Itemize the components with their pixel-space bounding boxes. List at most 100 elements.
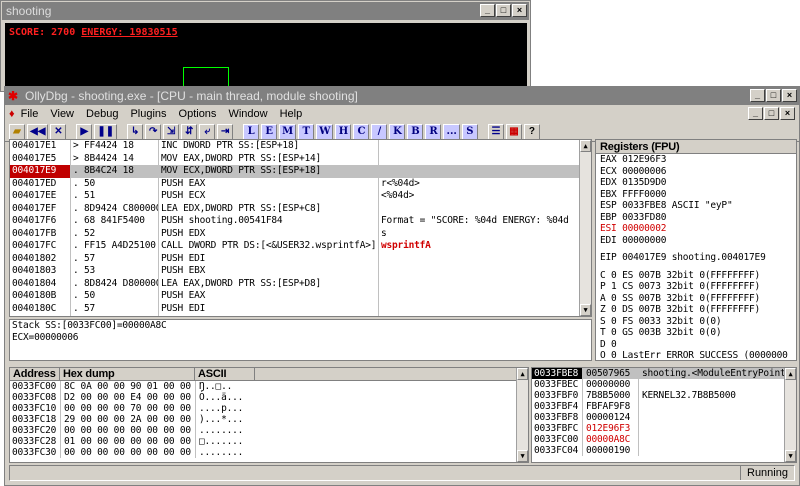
stack-row[interactable]: 0033FBEC 00000000 xyxy=(532,379,796,390)
help-icon[interactable]: ? xyxy=(523,123,540,140)
close-icon[interactable]: × xyxy=(512,4,527,17)
step-over-icon[interactable]: ↷ xyxy=(145,123,162,140)
restore-icon[interactable]: □ xyxy=(764,107,779,120)
dump-row[interactable]: 0033FC18 29 00 00 00 2A 00 00 00)...*... xyxy=(10,414,528,425)
register-row[interactable]: EBX FFFF0000 xyxy=(596,189,796,201)
stack-row[interactable]: 0033FBF4 FBFAF9F8 xyxy=(532,401,796,412)
disasm-row[interactable]: 004017ED . 50 PUSH EAX r<%04d> xyxy=(10,177,591,190)
minimize-icon[interactable]: _ xyxy=(748,107,763,120)
handles-window-button[interactable]: H xyxy=(335,123,352,140)
disasm-row[interactable]: 004017FB . 52 PUSH EDX s xyxy=(10,227,591,240)
disasm-row[interactable]: 004017FC . FF15 A4D25100 CALL DWORD PTR DS… xyxy=(10,240,591,253)
list-icon[interactable]: ☰ xyxy=(487,123,504,140)
menu-debug[interactable]: Debug xyxy=(86,108,118,120)
register-row[interactable]: A 0 SS 007B 32bit 0(FFFFFFFF) xyxy=(596,293,796,305)
dump-scrollbar[interactable]: ▲ ▼ xyxy=(516,368,528,462)
menu-help[interactable]: Help xyxy=(280,108,303,120)
pause-icon[interactable]: ❚❚ xyxy=(94,123,118,140)
column-header-ascii[interactable]: ASCII xyxy=(195,368,255,380)
register-row[interactable]: EBP 0033FD80 xyxy=(596,212,796,224)
disasm-row[interactable]: 004017EF . 8D9424 C800000 LEA EDX,DWORD PT… xyxy=(10,202,591,215)
scroll-down-icon[interactable]: ▼ xyxy=(517,450,528,462)
register-row[interactable]: ESP 0033FBE8 ASCII "eyP" xyxy=(596,200,796,212)
disasm-row[interactable]: 004017E5 > 8B4424 14 MOV EAX,DWORD PTR SS:… xyxy=(10,152,591,165)
disasm-row[interactable]: 004017F6 . 68 841F5400 PUSH shooting.00541… xyxy=(10,215,591,228)
registers-pane[interactable]: Registers (FPU) EAX 012E96F3 ECX 00000006… xyxy=(595,139,797,361)
close-icon[interactable]: × xyxy=(780,107,795,120)
game-canvas[interactable]: SCORE: 2700 ENERGY: 19830515 xyxy=(5,23,527,97)
close-file-icon[interactable]: ✕ xyxy=(50,123,67,140)
disasm-row[interactable]: 0040180B . 50 PUSH EAX xyxy=(10,290,591,303)
scroll-up-icon[interactable]: ▲ xyxy=(580,140,591,152)
register-row[interactable]: Z 0 DS 007B 32bit 0(FFFFFFFF) xyxy=(596,304,796,316)
register-row[interactable]: P 1 CS 0073 32bit 0(FFFFFFFF) xyxy=(596,281,796,293)
dump-row[interactable]: 0033FC20 00 00 00 00 00 00 00 00........ xyxy=(10,425,528,436)
menu-plugins[interactable]: Plugins xyxy=(130,108,166,120)
open-icon[interactable]: ▰ xyxy=(9,123,25,140)
menu-options[interactable]: Options xyxy=(179,108,217,120)
register-row[interactable]: EDX 0135D9D0 xyxy=(596,177,796,189)
scroll-down-icon[interactable]: ▼ xyxy=(785,450,796,462)
stack-row[interactable]: 0033FBFC 012E96F3 xyxy=(532,423,796,434)
register-row[interactable]: D 0 xyxy=(596,339,796,351)
dump-row[interactable]: 0033FC30 00 00 00 00 00 00 00 00........ xyxy=(10,447,528,458)
step-into-icon[interactable]: ↳ xyxy=(127,123,144,140)
register-row[interactable]: ESI 00000002 xyxy=(596,223,796,235)
stack-row[interactable]: 0033FBE8 00507965 shooting.<ModuleEntryPoi… xyxy=(532,368,796,379)
rewind-icon[interactable]: ◀◀ xyxy=(27,123,49,140)
breakpoints-window-button[interactable]: B xyxy=(407,123,424,140)
options-grid-icon[interactable]: ▦ xyxy=(505,123,522,140)
disasm-row[interactable]: 004017E1 > FF4424 18 INC DWORD PTR SS:[ESP… xyxy=(10,140,591,153)
execute-till-return-icon[interactable]: ⤶ xyxy=(199,123,216,140)
references-window-button[interactable]: R xyxy=(425,123,442,140)
column-header-address[interactable]: Address xyxy=(10,368,60,380)
call-stack-window-button[interactable]: K xyxy=(389,123,406,140)
stack-row[interactable]: 0033FC00 00000A8C xyxy=(532,434,796,445)
disasm-row[interactable]: 004017EE . 51 PUSH ECX <%04d> xyxy=(10,190,591,203)
trace-into-icon[interactable]: ⇲ xyxy=(163,123,180,140)
register-row[interactable]: ECX 00000006 xyxy=(596,166,796,178)
disassembly-pane[interactable]: 004017E1 > FF4424 18 INC DWORD PTR SS:[ESP… xyxy=(9,139,592,317)
column-header-hex[interactable]: Hex dump xyxy=(60,368,195,380)
log-window-button[interactable]: L xyxy=(243,123,260,140)
register-row[interactable]: O 0 LastErr ERROR_SUCCESS (0000000 xyxy=(596,350,796,360)
scroll-down-icon[interactable]: ▼ xyxy=(580,304,591,316)
modules-window-button[interactable]: E xyxy=(261,123,278,140)
scroll-up-icon[interactable]: ▲ xyxy=(517,368,528,380)
stack-row[interactable]: 0033FBF8 00000124 xyxy=(532,412,796,423)
menu-view[interactable]: View xyxy=(50,108,74,120)
maximize-icon[interactable]: □ xyxy=(496,4,511,17)
run-trace-window-button[interactable]: ... xyxy=(443,123,460,140)
dump-row[interactable]: 0033FC10 00 00 00 00 70 00 00 00 ....p... xyxy=(10,403,528,414)
game-title-bar[interactable]: shooting _ □ × xyxy=(2,2,529,20)
register-row[interactable]: T 0 GS 003B 32bit 0(0) xyxy=(596,327,796,339)
stack-row[interactable]: 0033FC04 00000190 xyxy=(532,445,796,456)
scroll-up-icon[interactable]: ▲ xyxy=(785,368,796,380)
disasm-scrollbar[interactable]: ▲ ▼ xyxy=(579,140,591,316)
cpu-window-button[interactable]: C xyxy=(353,123,370,140)
disasm-row[interactable]: 00401804 . 8D8424 D800000 LEA EAX,DWORD PT… xyxy=(10,277,591,290)
minimize-icon[interactable]: _ xyxy=(750,89,765,102)
trace-over-icon[interactable]: ⇵ xyxy=(181,123,198,140)
register-row[interactable]: C 0 ES 007B 32bit 0(FFFFFFFF) xyxy=(596,270,796,282)
dump-row[interactable]: 0033FC28 01 00 00 00 00 00 00 00 □....... xyxy=(10,436,528,447)
minimize-icon[interactable]: _ xyxy=(480,4,495,17)
windows-window-button[interactable]: W xyxy=(316,123,334,140)
source-window-button[interactable]: S xyxy=(461,123,478,140)
goto-icon[interactable]: ⇥ xyxy=(217,123,234,140)
register-row[interactable]: EAX 012E96F3 xyxy=(596,154,796,166)
run-icon[interactable]: ▶ xyxy=(76,123,93,140)
threads-window-button[interactable]: T xyxy=(298,123,315,140)
disasm-row[interactable]: 00401803 . 53 PUSH EBX xyxy=(10,265,591,278)
disasm-row[interactable]: 0040180D. 57PUSH EDI xyxy=(10,315,591,316)
patches-window-button[interactable]: / xyxy=(371,123,388,140)
olly-title-bar[interactable]: ✱ OllyDbg - shooting.exe - [CPU - main t… xyxy=(5,87,799,105)
disasm-row[interactable]: 004017E9. 8B4C24 18 MOV ECX,DWORD PTR SS:… xyxy=(10,165,591,178)
maximize-icon[interactable]: □ xyxy=(766,89,781,102)
menu-file[interactable]: File xyxy=(21,108,39,120)
disasm-row[interactable]: 0040180C . 57 PUSH EDI xyxy=(10,302,591,315)
stack-pane[interactable]: 0033FBE8 00507965 shooting.<ModuleEntryPoi… xyxy=(531,367,797,463)
register-row[interactable]: EIP 004017E9 shooting.004017E9 xyxy=(596,252,796,264)
stack-row[interactable]: 0033FBF0 7B8B5000 KERNEL32.7B8B5000 xyxy=(532,390,796,401)
dump-row[interactable]: 0033FC00 8C 0A 00 00 90 01 00 00 Ŋ..□.. xyxy=(10,381,528,392)
